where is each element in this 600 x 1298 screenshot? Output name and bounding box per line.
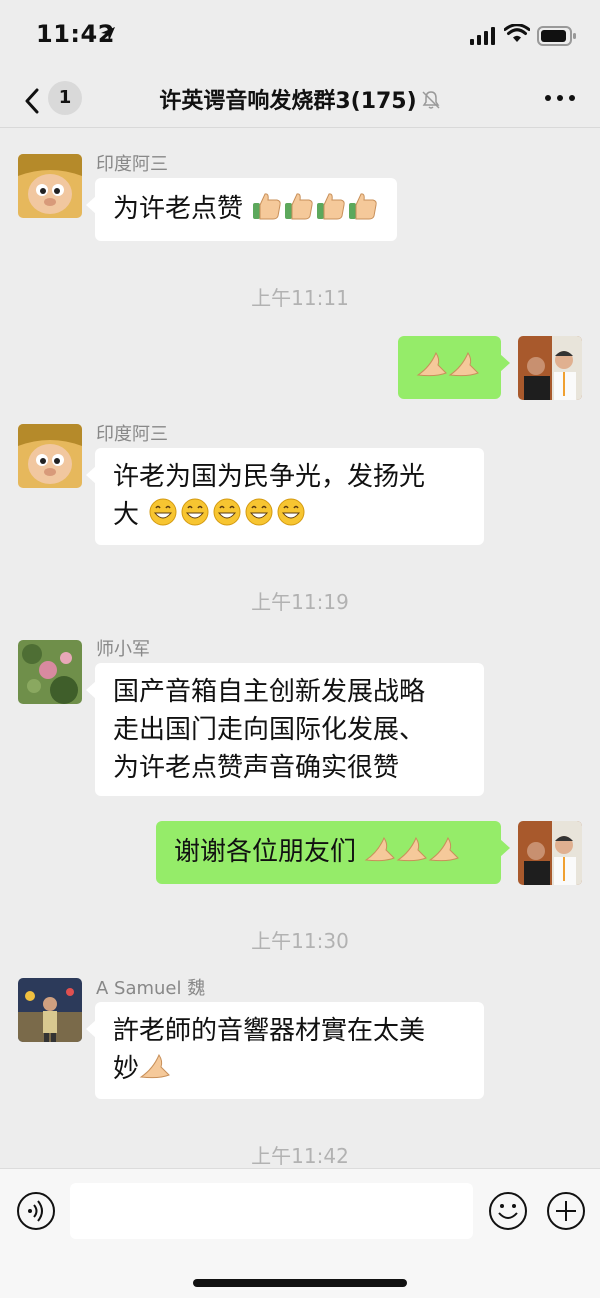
grin-face-icon <box>213 498 241 526</box>
message-text-line: 大 <box>113 500 140 530</box>
input-bar <box>0 1168 600 1298</box>
sender-name: 师小军 <box>96 639 150 660</box>
message-text-line: 許老師的音響器材實在太美 <box>113 1016 426 1046</box>
sender-name: A Samuel 魏 <box>96 978 206 999</box>
mute-bell-icon <box>422 91 440 109</box>
message-timestamp: 上午11:30 <box>251 929 349 953</box>
message-text-line: 许老为国为民争光，发扬光 <box>113 462 426 492</box>
sender-name: 印度阿三 <box>96 154 168 175</box>
grin-face-icon <box>149 498 177 526</box>
avatar[interactable] <box>18 640 82 704</box>
message-text-line: 走出国门走向国际化发展、 <box>113 715 426 745</box>
avatar[interactable] <box>18 424 82 488</box>
grin-face-icon <box>181 498 209 526</box>
thumbs-up-icon <box>317 193 345 220</box>
thumbs-up-emoji-row <box>243 193 379 224</box>
message-bubble-outgoing[interactable] <box>398 336 510 399</box>
message-text-line: 为许老点赞声音确实很赞 <box>113 753 400 783</box>
plus-icon[interactable] <box>546 1191 586 1231</box>
emoji-icon[interactable] <box>488 1191 528 1231</box>
pinch-hand-emoji-row <box>416 351 480 382</box>
pinch-hand-icon <box>416 351 447 377</box>
chat-title-text: 许英谔音响发烧群3(175) <box>159 89 417 114</box>
avatar[interactable] <box>18 154 82 218</box>
thumbs-up-icon <box>253 193 281 220</box>
pinch-hand-icon <box>428 836 460 862</box>
grin-face-icon <box>245 498 273 526</box>
message-text-line: 妙 <box>113 1054 140 1084</box>
message-timestamp: 上午11:19 <box>251 590 349 614</box>
message-timestamp: 上午11:42 <box>251 1144 349 1168</box>
thumbs-up-icon <box>285 193 313 220</box>
battery-icon <box>537 26 576 46</box>
location-arrow-icon <box>101 27 115 41</box>
message-text-line: 国产音箱自主创新发展战略 <box>113 677 426 707</box>
voice-input-icon[interactable] <box>16 1191 56 1231</box>
thumbs-up-icon <box>349 193 377 220</box>
pinch-hand-icon <box>448 351 479 377</box>
sender-name: 印度阿三 <box>96 424 168 445</box>
pinch-hand-icon <box>364 836 396 862</box>
chat-title: 许英谔音响发烧群3(175) <box>0 83 600 115</box>
message-input[interactable] <box>70 1183 473 1239</box>
pinch-hand-icon <box>139 1053 170 1079</box>
my-avatar[interactable] <box>518 336 582 400</box>
home-indicator[interactable] <box>193 1279 407 1287</box>
message-timestamp: 上午11:11 <box>251 286 349 310</box>
message-bubble[interactable]: 为许老点赞 <box>85 178 398 241</box>
avatar[interactable] <box>18 978 82 1042</box>
message-bubble[interactable]: 许老为国为民争光，发扬光 大 <box>86 448 484 545</box>
chat-header: 1 许英谔音响发烧群3(175) <box>0 70 600 128</box>
message-bubble[interactable]: 国产音箱自主创新发展战略 走出国门走向国际化发展、 为许老点赞声音确实很赞 <box>86 663 484 796</box>
my-avatar[interactable] <box>518 821 582 885</box>
grin-face-icon <box>277 498 305 526</box>
message-text: 谢谢各位朋友们 <box>174 837 357 867</box>
more-options-icon[interactable] <box>542 86 578 110</box>
message-bubble[interactable]: 許老師的音響器材實在太美 妙 <box>86 1002 484 1099</box>
cellular-signal-icon <box>470 27 495 45</box>
status-bar: 11:42 <box>0 0 600 70</box>
grin-emoji-row <box>139 498 307 530</box>
pinch-hand-icon <box>396 836 428 862</box>
message-text: 为许老点赞 <box>113 194 244 224</box>
pinch-hand-emoji-row <box>356 836 460 867</box>
wifi-icon <box>504 24 530 42</box>
message-bubble-outgoing[interactable]: 谢谢各位朋友们 <box>156 821 510 884</box>
